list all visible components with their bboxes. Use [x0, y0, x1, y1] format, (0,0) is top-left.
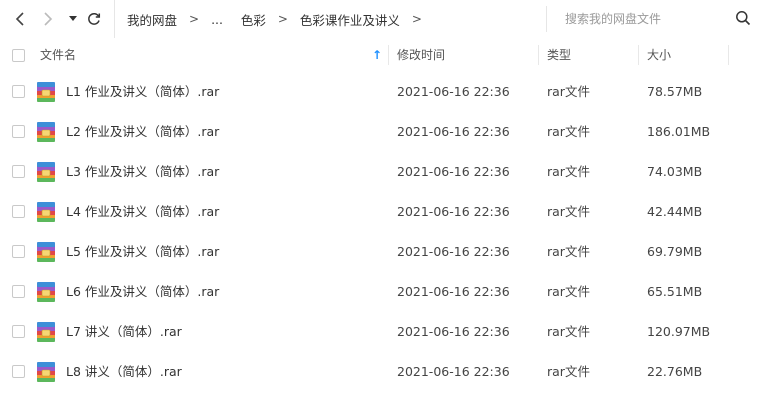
row-checkbox[interactable] — [12, 205, 25, 218]
chevron-right-icon — [44, 12, 53, 26]
file-size: 78.57MB — [647, 84, 703, 99]
caret-down-icon — [69, 16, 77, 21]
file-name[interactable]: L7 讲义（简体）.rar — [66, 312, 182, 352]
rar-archive-icon — [37, 322, 55, 342]
table-row[interactable]: L1 作业及讲义（简体）.rar 2021-06-16 22:36 rar文件 … — [0, 72, 766, 112]
file-type: rar文件 — [547, 324, 590, 339]
table-row[interactable]: L3 作业及讲义（简体）.rar 2021-06-16 22:36 rar文件 … — [0, 152, 766, 192]
column-header-name[interactable]: 文件名 ↑ — [40, 38, 388, 72]
refresh-icon — [88, 12, 101, 25]
sort-ascending-icon: ↑ — [371, 48, 382, 62]
breadcrumb-separator: > — [277, 12, 288, 26]
rar-archive-icon — [37, 282, 55, 302]
toolbar: 我的网盘 > ... . 色彩 > 色彩课作业及讲义 > — [0, 0, 766, 38]
file-modified: 2021-06-16 22:36 — [397, 284, 510, 299]
rar-archive-icon — [37, 242, 55, 262]
back-button[interactable] — [10, 9, 30, 29]
scrollbar[interactable] — [758, 38, 766, 411]
table-header: 文件名 ↑ 修改时间 类型 大小 — [0, 38, 766, 72]
column-header-size-label: 大小 — [647, 48, 672, 62]
file-modified: 2021-06-16 22:36 — [397, 244, 510, 259]
column-header-modified-label: 修改时间 — [397, 48, 446, 62]
row-checkbox[interactable] — [12, 165, 25, 178]
column-divider[interactable] — [728, 45, 729, 65]
table-row[interactable]: L2 作业及讲义（简体）.rar 2021-06-16 22:36 rar文件 … — [0, 112, 766, 152]
breadcrumb-separator: > — [411, 12, 422, 26]
column-header-name-label: 文件名 — [40, 48, 77, 62]
breadcrumb-item-color[interactable]: 色彩 — [241, 10, 266, 29]
file-name[interactable]: L4 作业及讲义（简体）.rar — [66, 192, 219, 232]
history-dropdown-button[interactable] — [63, 9, 83, 29]
search-icon — [736, 11, 751, 26]
file-size: 74.03MB — [647, 164, 703, 179]
file-size: 65.51MB — [647, 284, 703, 299]
breadcrumb-item-ellipsis[interactable]: ... — [211, 12, 223, 27]
breadcrumb-item-current[interactable]: 色彩课作业及讲义 — [300, 10, 400, 29]
table-row[interactable]: L7 讲义（简体）.rar 2021-06-16 22:36 rar文件 120… — [0, 312, 766, 352]
file-modified: 2021-06-16 22:36 — [397, 124, 510, 139]
breadcrumb-separator: > — [189, 12, 200, 26]
column-header-type[interactable]: 类型 — [547, 38, 637, 72]
breadcrumb: 我的网盘 > ... . 色彩 > 色彩课作业及讲义 > — [114, 0, 434, 38]
column-divider[interactable] — [638, 45, 639, 65]
file-type: rar文件 — [547, 284, 590, 299]
file-type: rar文件 — [547, 364, 590, 379]
file-name[interactable]: L5 作业及讲义（简体）.rar — [66, 232, 219, 272]
file-modified: 2021-06-16 22:36 — [397, 324, 510, 339]
select-all-checkbox[interactable] — [12, 49, 25, 62]
file-size: 42.44MB — [647, 204, 703, 219]
file-name[interactable]: L8 讲义（简体）.rar — [66, 352, 182, 392]
chevron-left-icon — [15, 12, 24, 26]
table-row[interactable]: L4 作业及讲义（简体）.rar 2021-06-16 22:36 rar文件 … — [0, 192, 766, 232]
row-checkbox[interactable] — [12, 245, 25, 258]
column-divider[interactable] — [388, 45, 389, 65]
search-button[interactable] — [735, 10, 753, 28]
file-size: 186.01MB — [647, 124, 711, 139]
file-type: rar文件 — [547, 164, 590, 179]
file-name[interactable]: L6 作业及讲义（简体）.rar — [66, 272, 219, 312]
file-type: rar文件 — [547, 124, 590, 139]
search-input[interactable] — [565, 10, 715, 28]
forward-button[interactable] — [38, 9, 58, 29]
row-checkbox[interactable] — [12, 85, 25, 98]
row-checkbox[interactable] — [12, 285, 25, 298]
file-modified: 2021-06-16 22:36 — [397, 364, 510, 379]
file-name[interactable]: L2 作业及讲义（简体）.rar — [66, 112, 219, 152]
row-checkbox[interactable] — [12, 325, 25, 338]
table-row[interactable]: L8 讲义（简体）.rar 2021-06-16 22:36 rar文件 22.… — [0, 352, 766, 392]
file-type: rar文件 — [547, 244, 590, 259]
file-type: rar文件 — [547, 84, 590, 99]
refresh-button[interactable] — [84, 9, 104, 29]
rar-archive-icon — [37, 202, 55, 222]
table-row[interactable]: L5 作业及讲义（简体）.rar 2021-06-16 22:36 rar文件 … — [0, 232, 766, 272]
rar-archive-icon — [37, 122, 55, 142]
file-name[interactable]: L1 作业及讲义（简体）.rar — [66, 72, 219, 112]
row-checkbox[interactable] — [12, 125, 25, 138]
rar-archive-icon — [37, 162, 55, 182]
file-name[interactable]: L3 作业及讲义（简体）.rar — [66, 152, 219, 192]
file-list: L1 作业及讲义（简体）.rar 2021-06-16 22:36 rar文件 … — [0, 72, 766, 392]
column-header-size[interactable]: 大小 — [647, 38, 727, 72]
column-divider[interactable] — [538, 45, 539, 65]
row-checkbox[interactable] — [12, 365, 25, 378]
rar-archive-icon — [37, 362, 55, 382]
breadcrumb-item-root[interactable]: 我的网盘 — [127, 10, 177, 29]
file-modified: 2021-06-16 22:36 — [397, 164, 510, 179]
file-size: 22.76MB — [647, 364, 703, 379]
file-modified: 2021-06-16 22:36 — [397, 204, 510, 219]
file-modified: 2021-06-16 22:36 — [397, 84, 510, 99]
file-type: rar文件 — [547, 204, 590, 219]
file-size: 69.79MB — [647, 244, 703, 259]
column-header-modified[interactable]: 修改时间 — [397, 38, 537, 72]
column-header-type-label: 类型 — [547, 48, 572, 62]
file-size: 120.97MB — [647, 324, 711, 339]
search-box — [546, 6, 759, 32]
rar-archive-icon — [37, 82, 55, 102]
table-row[interactable]: L6 作业及讲义（简体）.rar 2021-06-16 22:36 rar文件 … — [0, 272, 766, 312]
